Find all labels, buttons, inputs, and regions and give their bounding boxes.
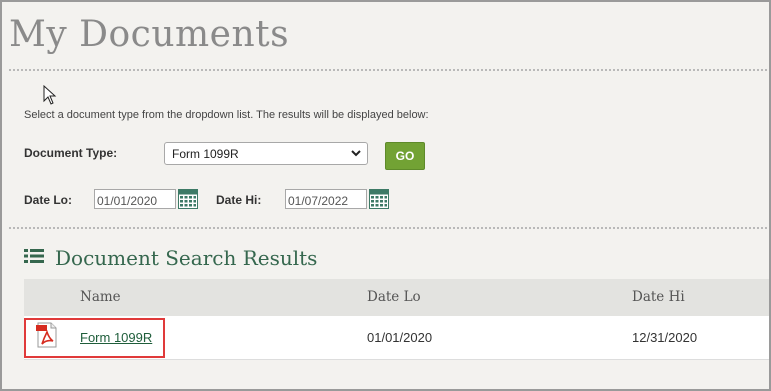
section-divider (9, 227, 767, 229)
date-lo-input[interactable] (94, 189, 176, 209)
date-hi-input[interactable] (285, 189, 367, 209)
document-type-label: Document Type: (24, 146, 118, 160)
table-header: Name Date Lo Date Hi (24, 279, 769, 316)
column-header-date-hi[interactable]: Date Hi (632, 289, 685, 305)
column-header-date-lo[interactable]: Date Lo (367, 289, 421, 305)
title-divider (9, 69, 767, 71)
results-table: Name Date Lo Date Hi Form 1099R 01/01/20… (24, 279, 769, 360)
list-icon (24, 249, 44, 263)
table-row: Form 1099R 01/01/2020 12/31/2020 (24, 316, 769, 360)
document-type-select[interactable]: Form 1099R (164, 142, 368, 165)
pdf-icon[interactable] (36, 322, 58, 348)
document-type-value: Form 1099R (172, 147, 239, 161)
page-title: My Documents (9, 14, 290, 55)
mouse-cursor-icon (43, 85, 57, 105)
date-lo-label: Date Lo: (24, 193, 72, 207)
results-title: Document Search Results (55, 246, 318, 270)
calendar-icon[interactable] (178, 189, 198, 209)
date-hi-cell: 12/31/2020 (632, 330, 698, 345)
calendar-icon[interactable] (369, 189, 389, 209)
chevron-down-icon (351, 150, 361, 157)
go-button[interactable]: GO (385, 142, 425, 170)
date-lo-cell: 01/01/2020 (367, 330, 433, 345)
document-link[interactable]: Form 1099R (80, 330, 152, 345)
instructions-text: Select a document type from the dropdown… (24, 109, 429, 121)
column-header-name[interactable]: Name (80, 289, 121, 305)
date-hi-label: Date Hi: (216, 193, 262, 207)
